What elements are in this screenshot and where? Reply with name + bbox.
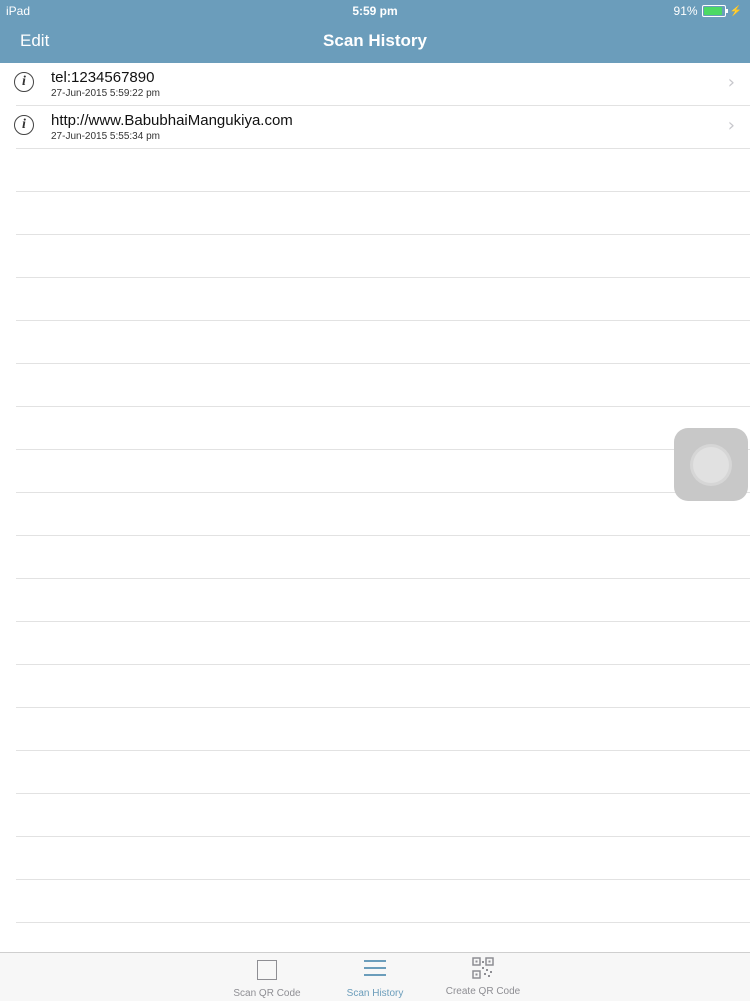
empty-table-row: [16, 321, 750, 364]
list-lines-icon: [364, 957, 386, 981]
battery-percent: 91%: [673, 4, 698, 18]
tab-label: Create QR Code: [445, 986, 521, 997]
empty-table-row: [16, 880, 750, 923]
charging-icon: ⚡: [729, 5, 742, 17]
chevron-right-icon: ›: [727, 72, 735, 93]
empty-table-row: [16, 450, 750, 493]
chevron-right-icon: ›: [727, 115, 735, 136]
empty-table-row: [16, 536, 750, 579]
empty-table-row: [16, 493, 750, 536]
empty-table-row: [16, 149, 750, 192]
battery-icon: [701, 5, 728, 17]
tab-create-qr-code[interactable]: Create QR Code: [428, 957, 538, 997]
tab-scan-history[interactable]: Scan History: [320, 957, 430, 999]
empty-table-row: [16, 837, 750, 880]
empty-table-row: [16, 751, 750, 794]
tab-scan-qr-code[interactable]: Scan QR Code: [212, 957, 322, 999]
assistive-touch-button[interactable]: [674, 428, 748, 501]
history-row[interactable]: i tel:1234567890 27-Jun-2015 5:59:22 pm …: [14, 63, 750, 106]
history-timestamp: 27-Jun-2015 5:55:34 pm: [51, 131, 160, 142]
history-row[interactable]: i http://www.BabubhaiMangukiya.com 27-Ju…: [14, 106, 750, 149]
tab-label: Scan History: [346, 988, 404, 999]
status-time: 5:59 pm: [352, 4, 398, 18]
empty-table-row: [16, 192, 750, 235]
qr-code-icon: [472, 957, 494, 981]
empty-table-row: [16, 665, 750, 708]
history-list: i tel:1234567890 27-Jun-2015 5:59:22 pm …: [0, 63, 750, 966]
status-battery: 91% ⚡: [674, 4, 742, 18]
navigation-bar: iPad 5:59 pm 91% ⚡ Edit Scan History: [0, 0, 750, 63]
empty-table-row: [16, 235, 750, 278]
empty-table-row: [16, 794, 750, 837]
history-value: tel:1234567890: [51, 69, 155, 86]
tab-bar: Scan QR Code Scan History Create QR Code: [0, 952, 750, 1001]
scan-square-icon: [256, 957, 278, 981]
tab-label: Scan QR Code: [233, 988, 301, 999]
empty-table-row: [16, 622, 750, 665]
empty-table-row: [16, 708, 750, 751]
info-icon[interactable]: i: [14, 115, 34, 135]
empty-table-row: [16, 579, 750, 622]
empty-table-row: [16, 364, 750, 407]
empty-table-row: [16, 407, 750, 450]
history-value: http://www.BabubhaiMangukiya.com: [51, 112, 293, 129]
page-title: Scan History: [323, 31, 427, 50]
history-timestamp: 27-Jun-2015 5:59:22 pm: [51, 88, 160, 99]
info-icon[interactable]: i: [14, 72, 34, 92]
empty-table-row: [16, 278, 750, 321]
assistive-touch-icon: [693, 447, 729, 483]
